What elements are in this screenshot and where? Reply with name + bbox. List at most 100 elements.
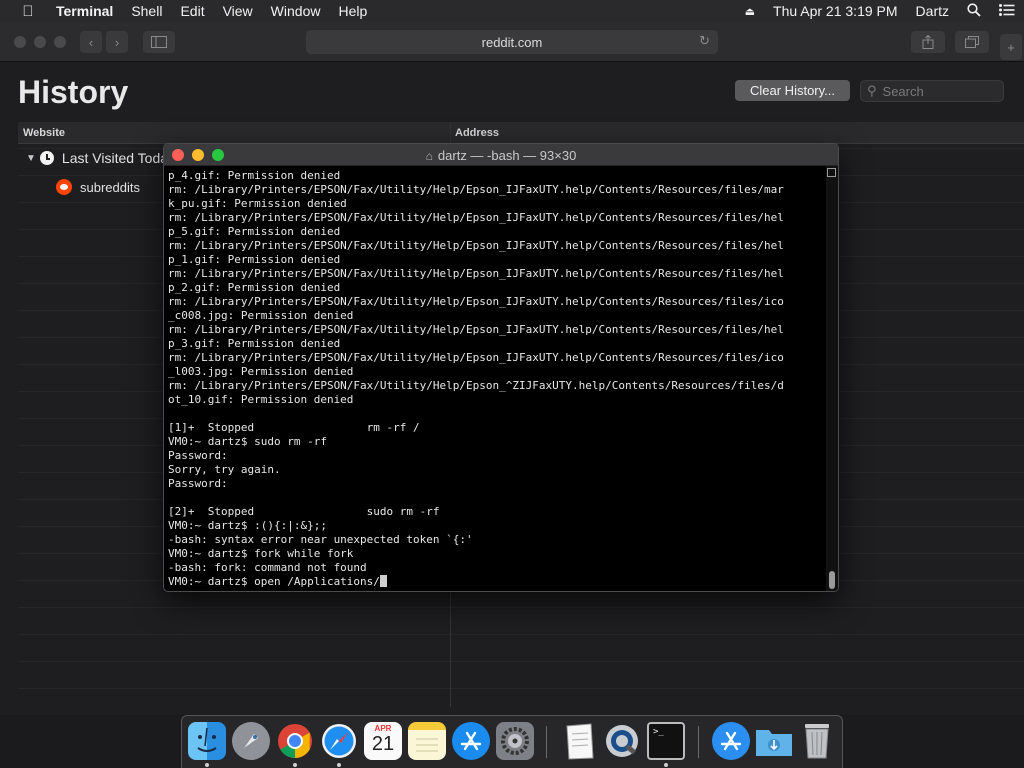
share-button[interactable] [911,31,945,53]
dock: APR 21 >_ [181,715,843,768]
address-bar-url: reddit.com [481,34,543,50]
calendar-day: 21 [371,733,395,755]
terminal-line: p_4.gif: Permission denied [168,169,341,182]
app-store-icon[interactable] [452,722,490,760]
search-icon: ⚲ [867,83,877,98]
terminal-line: rm: /Library/Printers/EPSON/Fax/Utility/… [168,211,784,224]
terminal-title-text: dartz — -bash — 93×30 [437,148,577,163]
terminal-scrollbar-thumb[interactable] [829,571,835,589]
notification-center-icon[interactable] [990,3,1024,19]
column-header-address[interactable]: Address [455,127,499,139]
history-entry[interactable]: subreddits [56,175,140,199]
terminal-line: rm: /Library/Printers/EPSON/Fax/Utility/… [168,239,784,252]
notes-icon[interactable] [408,722,446,760]
terminal-line: [2]+ Stopped sudo rm -rf [168,505,440,518]
terminal-line: ot_10.gif: Permission denied [168,393,354,406]
forward-button[interactable]: › [106,31,128,53]
column-header-website[interactable]: Website [23,127,65,139]
calendar-month: APR [374,724,392,733]
terminal-line: rm: /Library/Printers/EPSON/Fax/Utility/… [168,351,784,364]
window-close-button[interactable] [14,36,26,48]
safari-toolbar: ‹ › reddit.com ↻ + [0,22,1024,62]
back-button[interactable]: ‹ [80,31,102,53]
terminal-line: rm: /Library/Printers/EPSON/Fax/Utility/… [168,267,784,280]
menu-edit[interactable]: Edit [171,3,213,19]
terminal-line: rm: /Library/Printers/EPSON/Fax/Utility/… [168,379,784,392]
terminal-line: rm: /Library/Printers/EPSON/Fax/Utility/… [168,323,784,336]
menu-app-terminal[interactable]: Terminal [56,3,122,19]
terminal-icon[interactable]: >_ [647,722,685,760]
quicktime-icon[interactable] [603,722,641,760]
new-tab-button[interactable]: + [1000,34,1022,60]
safari-icon[interactable] [320,722,358,760]
terminal-line: Password: [168,449,228,462]
window-minimize-button[interactable] [34,36,46,48]
trash-icon[interactable] [798,722,836,760]
sidebar-toggle-button[interactable] [143,31,175,53]
terminal-line: Sorry, try again. [168,463,281,476]
terminal-title: ⌂ dartz — -bash — 93×30 [164,148,838,163]
terminal-line: VM0:~ dartz$ :(){:|:&};; [168,519,327,532]
history-search-input[interactable] [882,83,993,99]
terminal-scrollbar[interactable] [826,166,838,591]
finder-running-dot [205,763,209,767]
menu-shell[interactable]: Shell [122,3,171,19]
apple-menu-icon[interactable]:  [0,3,56,20]
safari-running-dot [337,763,341,767]
terminal-output[interactable]: p_4.gif: Permission denied rm: /Library/… [168,169,820,589]
history-search-field[interactable]: ⚲ [860,80,1004,102]
disclosure-triangle-icon[interactable]: ▼ [26,153,36,164]
terminal-line: p_3.gif: Permission denied [168,337,341,350]
textedit-icon[interactable] [560,722,598,760]
terminal-running-dot [664,763,668,767]
downloads-folder-icon[interactable] [755,722,793,760]
terminal-line: rm: /Library/Printers/EPSON/Fax/Utility/… [168,295,784,308]
menu-bar:  Terminal Shell Edit View Window Help ⏏… [0,0,1024,22]
terminal-line: k_pu.gif: Permission denied [168,197,347,210]
terminal-line: p_2.gif: Permission denied [168,281,341,294]
window-zoom-button[interactable] [54,36,66,48]
system-preferences-icon[interactable] [496,722,534,760]
terminal-line: _c008.jpg: Permission denied [168,309,354,322]
page-title: History [18,74,129,110]
terminal-line: VM0:~ dartz$ fork while fork [168,547,354,560]
history-table-header: Website Address [18,122,1024,144]
tab-overview-button[interactable] [955,31,989,53]
address-bar[interactable]: reddit.com ↻ [306,30,718,54]
calendar-icon[interactable]: APR 21 [364,722,402,760]
terminal-line: [1]+ Stopped rm -rf / [168,421,420,434]
spotlight-search-icon[interactable] [958,2,990,20]
eject-icon[interactable]: ⏏ [736,5,764,18]
history-entry-title: subreddits [80,179,140,195]
terminal-line: VM0:~ dartz$ sudo rm -rf [168,435,327,448]
terminal-line: _l003.jpg: Permission denied [168,365,354,378]
reload-icon[interactable]: ↻ [699,33,710,49]
applications-folder-icon[interactable] [712,722,750,760]
menubar-clock[interactable]: Thu Apr 21 3:19 PM [764,3,907,19]
menu-help[interactable]: Help [329,3,376,19]
menu-window[interactable]: Window [262,3,330,19]
launchpad-icon[interactable] [232,722,270,760]
clock-icon [39,151,54,165]
terminal-window[interactable]: ⌂ dartz — -bash — 93×30 p_4.gif: Permissi… [163,143,839,592]
terminal-prompt-text: VM0:~ dartz$ open /Applications/ [168,575,380,588]
home-folder-icon: ⌂ [425,149,433,163]
dock-separator [546,726,547,758]
chrome-icon[interactable] [276,722,314,760]
terminal-line: rm: /Library/Printers/EPSON/Fax/Utility/… [168,183,784,196]
menubar-user[interactable]: Dartz [907,3,958,19]
history-day-group[interactable]: ▼ Last Visited Toda [18,146,168,170]
day-group-label: Last Visited Toda [61,150,169,166]
terminal-line: -bash: fork: command not found [168,561,367,574]
terminal-prompt-line[interactable]: VM0:~ dartz$ open /Applications/ [168,575,820,589]
split-pane-icon[interactable] [827,168,836,177]
clear-history-button[interactable]: Clear History... [735,80,850,101]
terminal-line: Password: [168,477,228,490]
terminal-line: p_5.gif: Permission denied [168,225,341,238]
finder-icon[interactable] [188,722,226,760]
terminal-line: p_1.gif: Permission denied [168,253,341,266]
terminal-titlebar[interactable]: ⌂ dartz — -bash — 93×30 [164,144,838,166]
menu-view[interactable]: View [214,3,262,19]
